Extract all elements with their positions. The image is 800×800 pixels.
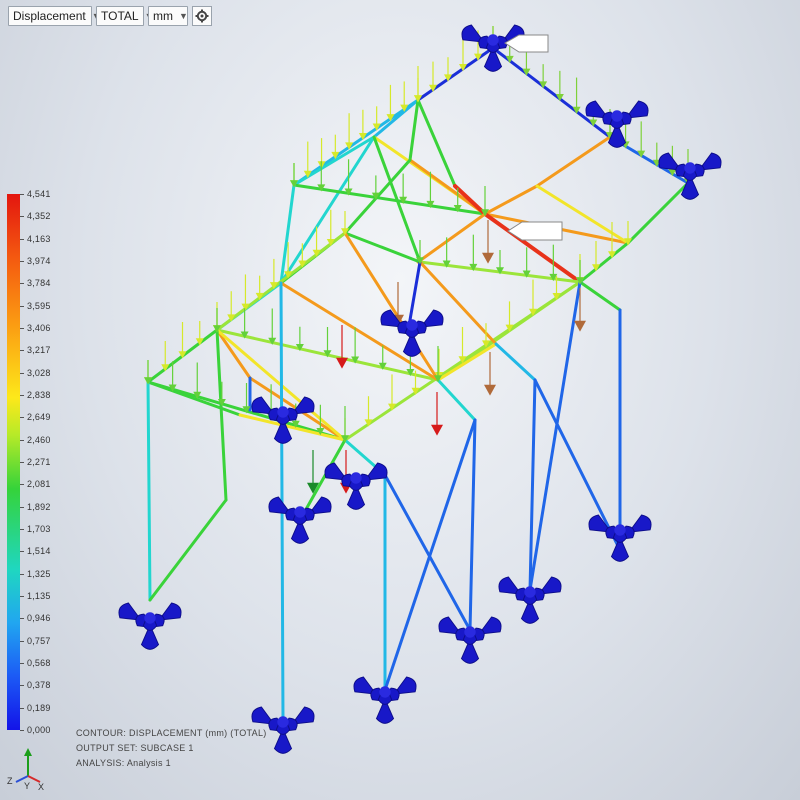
load-arrow <box>469 234 478 272</box>
frame-member <box>372 98 420 139</box>
frame-member <box>436 342 498 382</box>
frame-member <box>535 135 612 188</box>
load-arrow <box>399 173 408 204</box>
load-arrow <box>178 322 187 359</box>
load-arrow <box>522 247 531 278</box>
frame-member <box>146 380 242 417</box>
fixed-support-icon <box>658 152 722 200</box>
analysis-label: ANALYSIS: Analysis 1 <box>76 758 171 768</box>
load-arrow <box>572 77 581 114</box>
axis-z-label: Z <box>7 776 13 786</box>
load-arrow <box>386 84 395 122</box>
load-arrow <box>341 406 349 443</box>
output-set-label: OUTPUT SET: SUBCASE 1 <box>76 743 194 753</box>
load-arrow <box>529 279 537 316</box>
load-arrow <box>482 220 494 264</box>
fixed-support-icon <box>268 496 332 544</box>
fixed-support-icon <box>324 462 388 510</box>
frame-member <box>343 231 422 264</box>
axis-y-label: Y <box>24 781 30 790</box>
frame-member <box>436 378 477 422</box>
axis-x-label: X <box>38 782 44 790</box>
frame-member <box>468 418 477 632</box>
load-arrow <box>351 327 360 364</box>
frame-member <box>494 342 537 382</box>
load-arrow <box>344 159 353 196</box>
load-arrow <box>484 352 496 396</box>
load-arrow <box>336 325 348 369</box>
frame-member <box>292 135 376 187</box>
load-arrow <box>434 346 442 383</box>
load-arrow <box>414 66 422 103</box>
axis-triad: Z Y X <box>7 748 44 790</box>
load-arrow <box>303 141 312 178</box>
load-arrow <box>458 327 467 364</box>
frame-member <box>533 378 622 552</box>
frame-member <box>383 418 477 692</box>
frame-member <box>528 280 582 592</box>
frame-member <box>343 231 440 382</box>
frame-member <box>578 241 630 284</box>
frame-members <box>146 46 690 722</box>
frame-member <box>483 184 539 216</box>
load-arrows <box>144 26 692 494</box>
load-arrow <box>388 374 396 411</box>
analysis-info: CONTOUR: DISPLACEMENT (mm) (TOTAL) OUTPU… <box>76 726 267 771</box>
structure-viewport[interactable] <box>0 0 800 800</box>
load-arrow <box>637 121 646 158</box>
frame-member <box>416 46 495 102</box>
frame-member <box>215 328 228 502</box>
frame-member <box>279 135 376 285</box>
frame-member <box>383 473 472 632</box>
frame-member <box>408 98 420 162</box>
load-arrow <box>326 209 335 247</box>
frame-member <box>408 260 422 322</box>
load-arrow <box>431 392 443 436</box>
contour-label: CONTOUR: DISPLACEMENT (mm) (TOTAL) <box>76 728 267 738</box>
load-arrow <box>241 274 250 311</box>
fixed-support-icon <box>118 602 182 650</box>
load-arrow <box>345 113 354 150</box>
frame-member <box>146 380 152 602</box>
load-arrow <box>193 362 202 399</box>
frame-member <box>416 212 487 264</box>
frame-member <box>626 181 690 245</box>
frame-member <box>418 260 498 346</box>
load-arrow <box>268 308 277 345</box>
frame-member <box>578 280 622 312</box>
frame-member <box>148 498 228 602</box>
